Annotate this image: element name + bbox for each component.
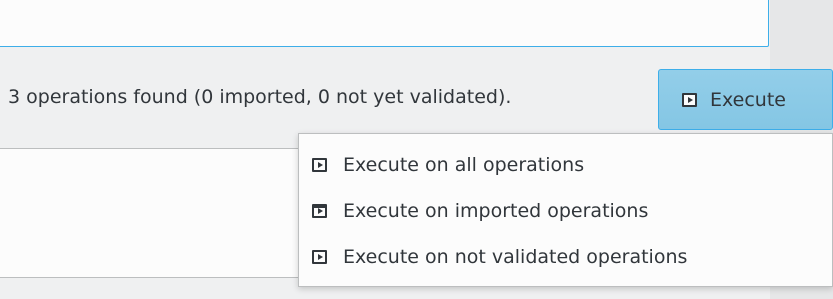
menu-item-execute-not-validated[interactable]: Execute on not validated operations (299, 234, 832, 280)
play-icon (312, 250, 327, 264)
menu-item-label: Execute on all operations (343, 154, 585, 176)
play-icon (312, 204, 327, 218)
execute-dropdown-menu: Execute on all operations Execute on imp… (298, 133, 833, 287)
menu-item-execute-all[interactable]: Execute on all operations (299, 142, 832, 188)
play-icon (682, 92, 697, 107)
execute-button[interactable]: Execute (658, 69, 833, 130)
menu-item-label: Execute on not validated operations (343, 246, 688, 268)
play-icon (312, 158, 327, 172)
menu-item-label: Execute on imported operations (343, 200, 649, 222)
execute-button-label: Execute (710, 88, 786, 111)
operations-status-text: 3 operations found (0 imported, 0 not ye… (8, 86, 512, 108)
menu-item-execute-imported[interactable]: Execute on imported operations (299, 188, 832, 234)
query-text-area[interactable] (0, 0, 769, 47)
